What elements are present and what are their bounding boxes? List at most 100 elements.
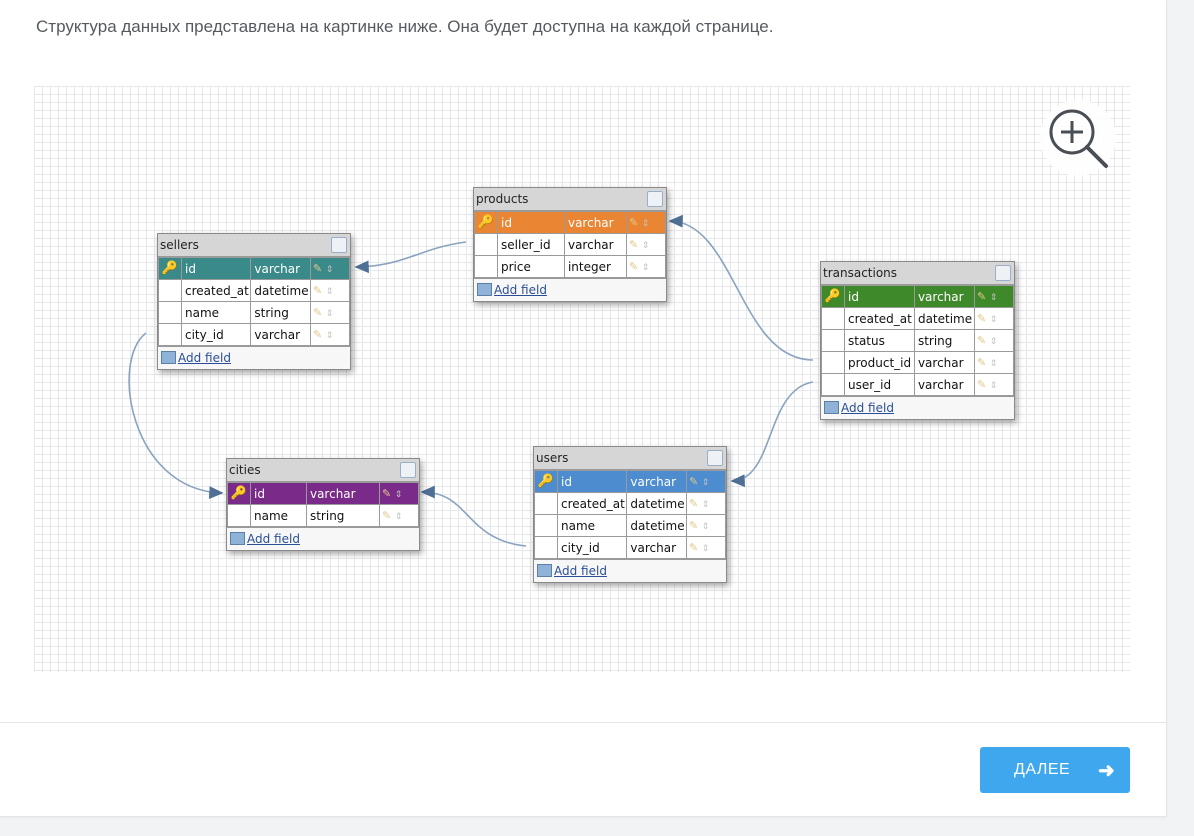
table-cities[interactable]: cities 🔑 id varchar ✎ ⇕ name string ✎ ⇕ Add fiel… <box>226 458 420 551</box>
reorder-icon[interactable]: ⇕ <box>642 219 650 229</box>
field-actions[interactable]: ✎ ⇕ <box>686 514 726 537</box>
reorder-icon[interactable]: ⇕ <box>702 544 710 554</box>
edit-table-icon[interactable] <box>995 265 1011 281</box>
edit-field-icon[interactable]: ✎ <box>689 541 698 554</box>
field-type[interactable]: datetime <box>913 307 976 330</box>
field-type[interactable]: string <box>250 301 311 324</box>
edit-field-icon[interactable]: ✎ <box>977 334 986 347</box>
reorder-icon[interactable]: ⇕ <box>326 331 334 341</box>
field-type[interactable]: datetime <box>626 492 687 515</box>
field-name[interactable]: seller_id <box>497 233 565 256</box>
edit-field-icon[interactable]: ✎ <box>689 497 698 510</box>
field-actions[interactable]: ✎ ⇕ <box>686 536 726 559</box>
reorder-icon[interactable]: ⇕ <box>395 512 403 522</box>
reorder-icon[interactable]: ⇕ <box>990 315 998 325</box>
edit-field-icon[interactable]: ✎ <box>689 475 698 488</box>
field-name[interactable]: id <box>497 211 565 234</box>
add-field-link[interactable]: Add field <box>841 401 894 415</box>
field-name[interactable]: city_id <box>180 323 252 346</box>
field-actions[interactable]: ✎ ⇕ <box>310 257 350 280</box>
edit-field-icon[interactable]: ✎ <box>977 356 986 369</box>
field-name[interactable]: product_id <box>844 351 915 374</box>
field-type[interactable]: datetime <box>250 279 311 302</box>
reorder-icon[interactable]: ⇕ <box>642 241 650 251</box>
field-type[interactable]: varchar <box>563 233 628 256</box>
add-field-link[interactable]: Add field <box>247 532 300 546</box>
reorder-icon[interactable]: ⇕ <box>395 490 403 500</box>
field-name[interactable]: name <box>556 514 628 537</box>
field-name[interactable]: name <box>180 301 252 324</box>
table-transactions[interactable]: transactions 🔑 id varchar ✎ ⇕ created_at datet… <box>820 261 1015 420</box>
field-type[interactable]: varchar <box>626 470 687 493</box>
table-products[interactable]: products 🔑 id varchar ✎ ⇕ seller_id varchar ✎ ⇕… <box>473 187 667 302</box>
edit-field-icon[interactable]: ✎ <box>313 306 322 319</box>
field-actions[interactable]: ✎ ⇕ <box>974 307 1014 330</box>
field-actions[interactable]: ✎ ⇕ <box>686 470 726 493</box>
field-type[interactable]: varchar <box>305 482 381 505</box>
field-type[interactable]: string <box>913 329 976 352</box>
field-actions[interactable]: ✎ ⇕ <box>310 301 350 324</box>
field-type[interactable]: varchar <box>913 351 976 374</box>
add-field-link[interactable]: Add field <box>554 564 607 578</box>
edit-table-icon[interactable] <box>647 191 663 207</box>
edit-field-icon[interactable]: ✎ <box>629 260 638 273</box>
add-field-icon[interactable] <box>477 283 492 296</box>
reorder-icon[interactable]: ⇕ <box>702 478 710 488</box>
field-name[interactable]: created_at <box>556 492 628 515</box>
field-type[interactable]: varchar <box>250 323 311 346</box>
field-type[interactable]: datetime <box>626 514 687 537</box>
add-field-link[interactable]: Add field <box>494 283 547 297</box>
table-users[interactable]: users 🔑 id varchar ✎ ⇕ created_at datetime ✎ ⇕ n… <box>533 446 727 583</box>
edit-field-icon[interactable]: ✎ <box>629 238 638 251</box>
add-field-icon[interactable] <box>537 564 552 577</box>
reorder-icon[interactable]: ⇕ <box>326 309 334 319</box>
reorder-icon[interactable]: ⇕ <box>702 500 710 510</box>
edit-table-icon[interactable] <box>400 462 416 478</box>
reorder-icon[interactable]: ⇕ <box>702 522 710 532</box>
edit-field-icon[interactable]: ✎ <box>977 312 986 325</box>
field-actions[interactable]: ✎ ⇕ <box>310 279 350 302</box>
field-actions[interactable]: ✎ ⇕ <box>379 482 419 505</box>
edit-field-icon[interactable]: ✎ <box>382 509 391 522</box>
add-field-icon[interactable] <box>230 532 245 545</box>
field-actions[interactable]: ✎ ⇕ <box>626 255 666 278</box>
field-actions[interactable]: ✎ ⇕ <box>626 211 666 234</box>
field-name[interactable]: id <box>180 257 252 280</box>
field-name[interactable]: created_at <box>180 279 252 302</box>
edit-field-icon[interactable]: ✎ <box>977 290 986 303</box>
field-name[interactable]: name <box>250 504 307 527</box>
field-name[interactable]: user_id <box>844 373 915 396</box>
edit-table-icon[interactable] <box>331 237 347 253</box>
add-field-icon[interactable] <box>161 351 176 364</box>
field-actions[interactable]: ✎ ⇕ <box>626 233 666 256</box>
table-sellers[interactable]: sellers 🔑 id varchar ✎ ⇕ created_at datetime ✎ … <box>157 233 351 370</box>
field-name[interactable]: price <box>497 255 565 278</box>
field-actions[interactable]: ✎ ⇕ <box>310 323 350 346</box>
field-actions[interactable]: ✎ ⇕ <box>974 351 1014 374</box>
reorder-icon[interactable]: ⇕ <box>990 337 998 347</box>
field-name[interactable]: status <box>844 329 915 352</box>
field-actions[interactable]: ✎ ⇕ <box>379 504 419 527</box>
field-actions[interactable]: ✎ ⇕ <box>974 285 1014 308</box>
next-button[interactable]: ДАЛЕЕ ➜ <box>980 747 1130 793</box>
zoom-in-icon[interactable] <box>1040 100 1116 176</box>
edit-field-icon[interactable]: ✎ <box>313 262 322 275</box>
field-type[interactable]: string <box>305 504 381 527</box>
field-name[interactable]: id <box>250 482 307 505</box>
field-type[interactable]: varchar <box>250 257 311 280</box>
edit-table-icon[interactable] <box>707 450 723 466</box>
reorder-icon[interactable]: ⇕ <box>326 287 334 297</box>
field-type[interactable]: integer <box>563 255 628 278</box>
add-field-link[interactable]: Add field <box>178 351 231 365</box>
edit-field-icon[interactable]: ✎ <box>313 328 322 341</box>
field-actions[interactable]: ✎ ⇕ <box>686 492 726 515</box>
reorder-icon[interactable]: ⇕ <box>990 381 998 391</box>
reorder-icon[interactable]: ⇕ <box>990 293 998 303</box>
field-name[interactable]: city_id <box>556 536 628 559</box>
field-type[interactable]: varchar <box>626 536 687 559</box>
field-type[interactable]: varchar <box>913 373 976 396</box>
field-actions[interactable]: ✎ ⇕ <box>974 373 1014 396</box>
edit-field-icon[interactable]: ✎ <box>629 216 638 229</box>
reorder-icon[interactable]: ⇕ <box>990 359 998 369</box>
field-type[interactable]: varchar <box>563 211 628 234</box>
